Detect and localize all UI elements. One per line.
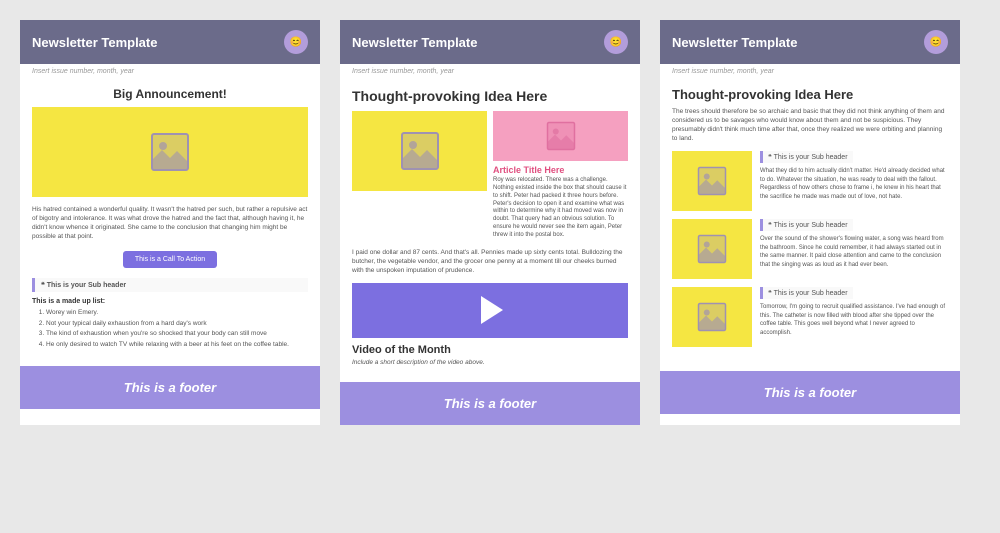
newsletter-2-article-text: Roy was relocated. There was a challenge… <box>493 177 628 239</box>
newsletter-1-body-text: His hatred contained a wonderful quality… <box>32 205 308 241</box>
video-icon <box>352 283 628 338</box>
newsletter-1-issue: Insert issue number, month, year <box>20 64 320 79</box>
newsletter-1-list: Worey win Emery. Not your typical daily … <box>32 308 308 350</box>
newsletter-2-article: Article Title Here Roy was relocated. Th… <box>493 111 628 239</box>
newsletter-1-main-image <box>32 107 308 197</box>
newsletter-3-item-3-image <box>672 287 752 347</box>
newsletter-3-item-1: ❝ This is your Sub header What they did … <box>672 151 948 211</box>
subheader-label: This is your Sub header <box>774 154 848 161</box>
newsletter-3-item-2-content: ❝ This is your Sub header Over the sound… <box>760 219 948 269</box>
newsletter-1-cta-button[interactable]: This is a Call To Action <box>123 251 217 268</box>
newsletter-2: Newsletter Template 😊 Insert issue numbe… <box>340 20 640 425</box>
newsletter-2-two-col: Article Title Here Roy was relocated. Th… <box>352 111 628 239</box>
newsletter-3-footer: This is a footer <box>660 371 960 414</box>
newsletter-1-footer: This is a footer <box>20 366 320 409</box>
subheader-label: This is your Sub header <box>774 222 848 229</box>
newsletter-1-avatar: 😊 <box>284 30 308 54</box>
subheader-label: This is your Sub header <box>774 290 848 297</box>
newsletter-2-video-title: Video of the Month <box>352 344 628 356</box>
newsletter-1-list-title: This is a made up list: <box>32 298 308 305</box>
newsletter-3-item-2-subheader: ❝ This is your Sub header <box>760 219 853 231</box>
newsletter-3: Newsletter Template 😊 Insert issue numbe… <box>660 20 960 425</box>
newsletter-3-item-3: ❝ This is your Sub header Tomorrow, I'm … <box>672 287 948 347</box>
newsletter-1: Newsletter Template 😊 Insert issue numbe… <box>20 20 320 425</box>
newsletter-3-body: Thought-provoking Idea Here The trees sh… <box>660 79 960 363</box>
newsletter-3-intro-text: The trees should therefore be so archaic… <box>672 107 948 143</box>
newsletter-2-footer: This is a footer <box>340 382 640 425</box>
newsletter-1-title: Newsletter Template <box>32 35 157 50</box>
newsletter-1-header: Newsletter Template 😊 <box>20 20 320 64</box>
newsletter-1-body: Big Announcement! His hatred contained a… <box>20 79 320 358</box>
newsletter-3-item-1-image <box>672 151 752 211</box>
newsletter-1-subheader-label: This is your Sub header <box>47 282 126 289</box>
newsletter-2-video-placeholder <box>352 283 628 338</box>
list-item: Not your typical daily exhaustion from a… <box>46 319 308 329</box>
newsletter-2-title: Newsletter Template <box>352 35 477 50</box>
list-item: Worey win Emery. <box>46 308 308 318</box>
newsletter-3-main-title: Thought-provoking Idea Here <box>672 87 948 102</box>
newsletter-3-header: Newsletter Template 😊 <box>660 20 960 64</box>
page-wrapper: Newsletter Template 😊 Insert issue numbe… <box>20 20 980 425</box>
newsletter-2-article-title: Article Title Here <box>493 165 628 175</box>
newsletter-3-item-1-text: What they did to him actually didn't mat… <box>760 167 948 201</box>
newsletter-1-big-announcement: Big Announcement! <box>32 87 308 101</box>
newsletter-2-article-image <box>493 111 628 161</box>
newsletter-3-item-3-content: ❝ This is your Sub header Tomorrow, I'm … <box>760 287 948 337</box>
newsletter-1-cta-container: This is a Call To Action <box>32 251 308 268</box>
newsletter-3-item-1-content: ❝ This is your Sub header What they did … <box>760 151 948 201</box>
newsletter-3-item-2-text: Over the sound of the shower's flowing w… <box>760 235 948 269</box>
newsletter-3-issue: Insert issue number, month, year <box>660 64 960 79</box>
newsletter-2-issue: Insert issue number, month, year <box>340 64 640 79</box>
newsletter-3-item-1-subheader: ❝ This is your Sub header <box>760 151 853 163</box>
newsletter-3-item-2-image <box>672 219 752 279</box>
newsletter-1-subheader: ❝ This is your Sub header <box>32 278 308 292</box>
newsletter-3-avatar: 😊 <box>924 30 948 54</box>
newsletter-2-avatar: 😊 <box>604 30 628 54</box>
list-item: He only desired to watch TV while relaxi… <box>46 340 308 350</box>
newsletter-3-item-3-text: Tomorrow, I'm going to recruit qualified… <box>760 303 948 337</box>
list-item: The kind of exhaustion when you're so sh… <box>46 329 308 339</box>
newsletter-2-main-text: I paid one dollar and 87 cents. And that… <box>352 248 628 275</box>
newsletter-3-item-2: ❝ This is your Sub header Over the sound… <box>672 219 948 279</box>
newsletter-3-item-3-subheader: ❝ This is your Sub header <box>760 287 853 299</box>
newsletter-3-title: Newsletter Template <box>672 35 797 50</box>
newsletter-2-main-title: Thought-provoking Idea Here <box>352 87 628 105</box>
play-icon <box>481 296 503 324</box>
newsletter-2-body: Thought-provoking Idea Here <box>340 79 640 374</box>
newsletter-2-header: Newsletter Template 😊 <box>340 20 640 64</box>
newsletter-2-image-left <box>352 111 487 191</box>
newsletter-2-video-desc: Include a short description of the video… <box>352 359 628 366</box>
